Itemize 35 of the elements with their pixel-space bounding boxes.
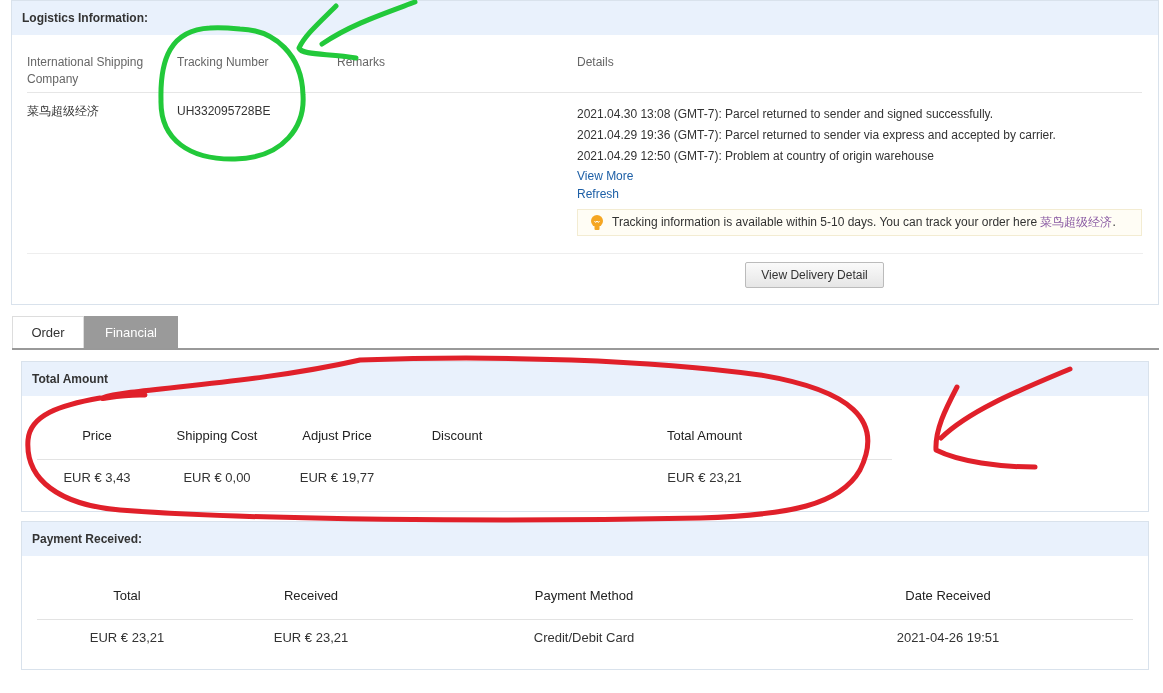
column-header: Total Amount <box>666 428 743 443</box>
table-cell: 2021-04-26 19:51 <box>896 630 1000 645</box>
link[interactable]: Refresh <box>577 185 620 203</box>
column-header: Date Received <box>905 588 991 603</box>
column-header: Payment Method <box>534 588 634 603</box>
column-header: Shipping Cost <box>176 428 258 443</box>
column-header: Discount <box>431 428 483 443</box>
table-cell: Credit/Debit Card <box>533 630 635 645</box>
table-cell: EUR € 19,77 <box>299 470 375 485</box>
column-header: Received <box>283 588 339 603</box>
column-header: Price <box>82 428 112 443</box>
panel-title: Payment Received: <box>32 532 143 546</box>
table-cell: EUR € 23,21 <box>273 630 349 645</box>
panel-title: Logistics Information: <box>22 11 148 25</box>
tracking-event: 2021.04.30 13:08 (GMT-7): Parcel returned to sender and signed successfully. <box>577 106 994 123</box>
table-cell: EUR € 23,21 <box>89 630 165 645</box>
column-header: Details <box>577 35 1142 93</box>
tracking-event: 2021.04.29 19:36 (GMT-7): Parcel returned to sender via express and accepted by carrier. <box>577 127 1057 144</box>
shipping-company: 菜鸟超级经济 <box>27 104 99 118</box>
view-delivery-detail-button[interactable]: View Delivery Detail <box>745 262 884 288</box>
lightbulb-icon <box>590 214 604 231</box>
column-header: International Shipping Company <box>27 35 177 93</box>
column-header: Tracking Number <box>177 35 337 93</box>
notice-text: Tracking information is available within 5-10 days. You can track your order here 菜鸟超级经济. <box>612 214 1116 231</box>
link[interactable]: View More <box>577 167 634 185</box>
table-cell: EUR € 3,43 <box>63 470 131 485</box>
panel-title: Total Amount <box>32 372 108 386</box>
column-header: Adjust Price <box>302 428 372 443</box>
tracking-number: UH332095728BE <box>177 104 271 118</box>
tracking-event: 2021.04.29 12:50 (GMT-7): Problem at country of origin warehouse <box>577 148 935 165</box>
table-cell: EUR € 0,00 <box>183 470 251 485</box>
column-header: Total <box>113 588 141 603</box>
tab[interactable]: Order <box>12 316 84 348</box>
tracking-link[interactable]: 菜鸟超级经济 <box>1040 215 1113 229</box>
table-cell: EUR € 23,21 <box>667 470 742 485</box>
